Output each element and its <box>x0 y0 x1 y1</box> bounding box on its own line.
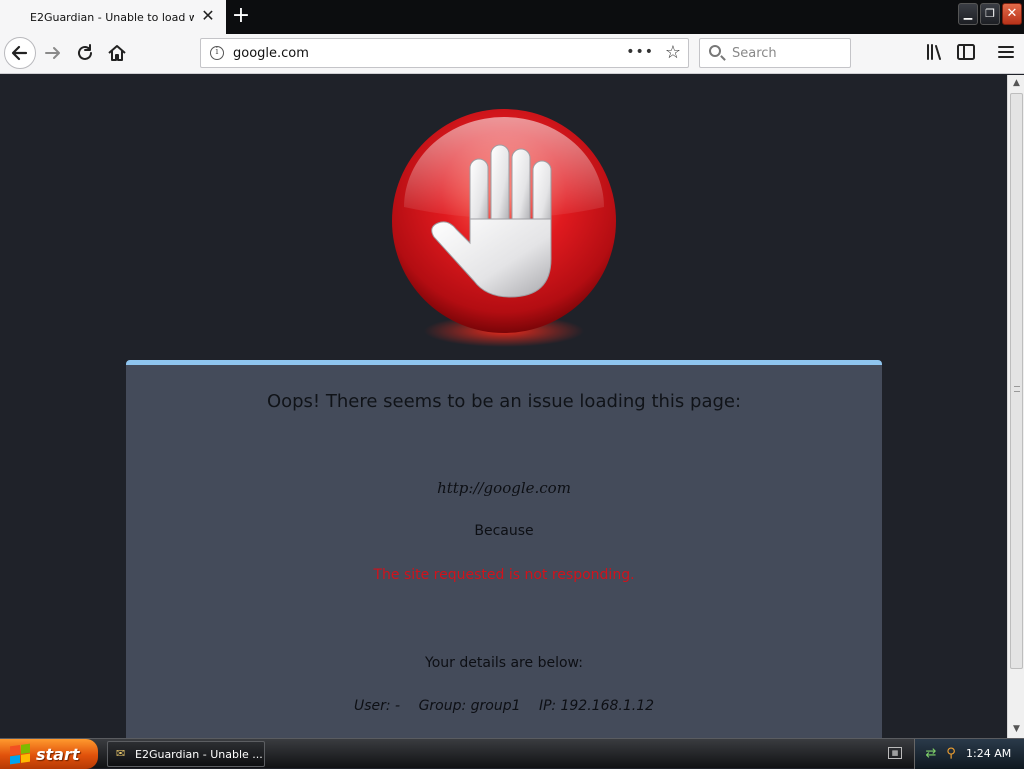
logo-quadrant-red <box>10 745 20 755</box>
taskbar-item-browser[interactable]: ✉ E2Guardian - Unable ... <box>107 741 265 767</box>
url-text[interactable]: google.com <box>233 46 309 61</box>
ip-value: IP: 192.168.1.12 <box>539 698 655 714</box>
restore-button[interactable]: ❐ <box>980 3 1000 25</box>
library-icon[interactable] <box>924 43 946 65</box>
arrow-left-icon <box>11 45 28 61</box>
logo-quadrant-green <box>20 743 30 754</box>
info-icon[interactable]: i <box>210 46 224 60</box>
home-icon <box>108 45 126 61</box>
grip-icon <box>1014 386 1020 392</box>
nav-toolbar: i google.com ••• ☆ Search <box>0 34 1024 74</box>
logo-quadrant-yellow <box>20 753 30 763</box>
tab-title: E2Guardian - Unable to load website <box>30 10 194 24</box>
vertical-scrollbar[interactable]: ▲ ▼ <box>1007 75 1024 738</box>
minimize-button[interactable]: ▁ <box>958 3 978 25</box>
stop-hand-icon <box>392 109 616 347</box>
start-button[interactable]: start <box>0 739 98 769</box>
reload-icon <box>78 44 92 60</box>
windows-logo-icon <box>10 743 30 765</box>
group-value: Group: group1 <box>418 698 521 714</box>
scroll-up-arrow-icon[interactable]: ▲ <box>1009 75 1024 92</box>
sidebar-icon[interactable] <box>955 43 977 65</box>
details-heading: Your details are below: <box>425 655 583 671</box>
search-icon <box>709 45 721 57</box>
window-controls: ▁ ❐ ✕ <box>958 3 1022 25</box>
hamburger-glyph <box>998 46 1014 58</box>
menu-icon[interactable] <box>995 43 1017 65</box>
home-button[interactable] <box>106 42 128 64</box>
browser-app-icon: ✉ <box>116 747 126 760</box>
magnifier-icon[interactable]: ⚲ <box>943 746 959 762</box>
back-button[interactable] <box>4 37 36 69</box>
logo-quadrant-blue <box>10 754 20 765</box>
user-value: User: - <box>353 698 401 714</box>
star-icon[interactable]: ☆ <box>665 42 681 63</box>
scrollbar-thumb[interactable] <box>1010 93 1023 669</box>
network-icon[interactable]: ⇄ <box>923 746 939 762</box>
taskbar: start ✉ E2Guardian - Unable ... ▦ ⇄ ⚲ 1:… <box>0 738 1024 769</box>
because-label: Because <box>474 523 534 539</box>
library-glyph <box>927 44 941 60</box>
error-panel: Oops! There seems to be an issue loading… <box>126 360 882 738</box>
tab-bar: E2Guardian - Unable to load website ✕ + … <box>0 0 1024 34</box>
scroll-down-arrow-icon[interactable]: ▼ <box>1009 721 1024 738</box>
plus-icon[interactable]: + <box>229 5 253 29</box>
address-bar[interactable]: i google.com ••• ☆ <box>200 38 689 68</box>
start-label: start <box>36 744 80 764</box>
keyboard-icon[interactable]: ▦ <box>888 747 902 759</box>
taskbar-item-label: E2Guardian - Unable ... <box>135 747 263 761</box>
close-icon[interactable]: ✕ <box>200 8 216 24</box>
ellipsis-icon[interactable]: ••• <box>626 44 654 60</box>
search-input[interactable]: Search <box>699 38 851 68</box>
clock: 1:24 AM <box>966 747 1012 760</box>
page-content: Oops! There seems to be an issue loading… <box>0 75 1007 738</box>
sidebar-glyph <box>957 44 975 60</box>
blocked-url: http://google.com <box>437 479 571 497</box>
reload-button[interactable] <box>74 42 96 64</box>
error-heading: Oops! There seems to be an issue loading… <box>266 391 742 412</box>
arrow-right-icon <box>45 47 60 59</box>
window-close-button[interactable]: ✕ <box>1002 3 1022 25</box>
block-reason: The site requested is not responding. <box>373 567 635 583</box>
user-details: User: - Group: group1 IP: 192.168.1.12 <box>126 698 882 714</box>
forward-button[interactable] <box>42 42 64 64</box>
browser-tab[interactable]: E2Guardian - Unable to load website ✕ <box>0 0 226 34</box>
search-placeholder: Search <box>732 46 777 61</box>
